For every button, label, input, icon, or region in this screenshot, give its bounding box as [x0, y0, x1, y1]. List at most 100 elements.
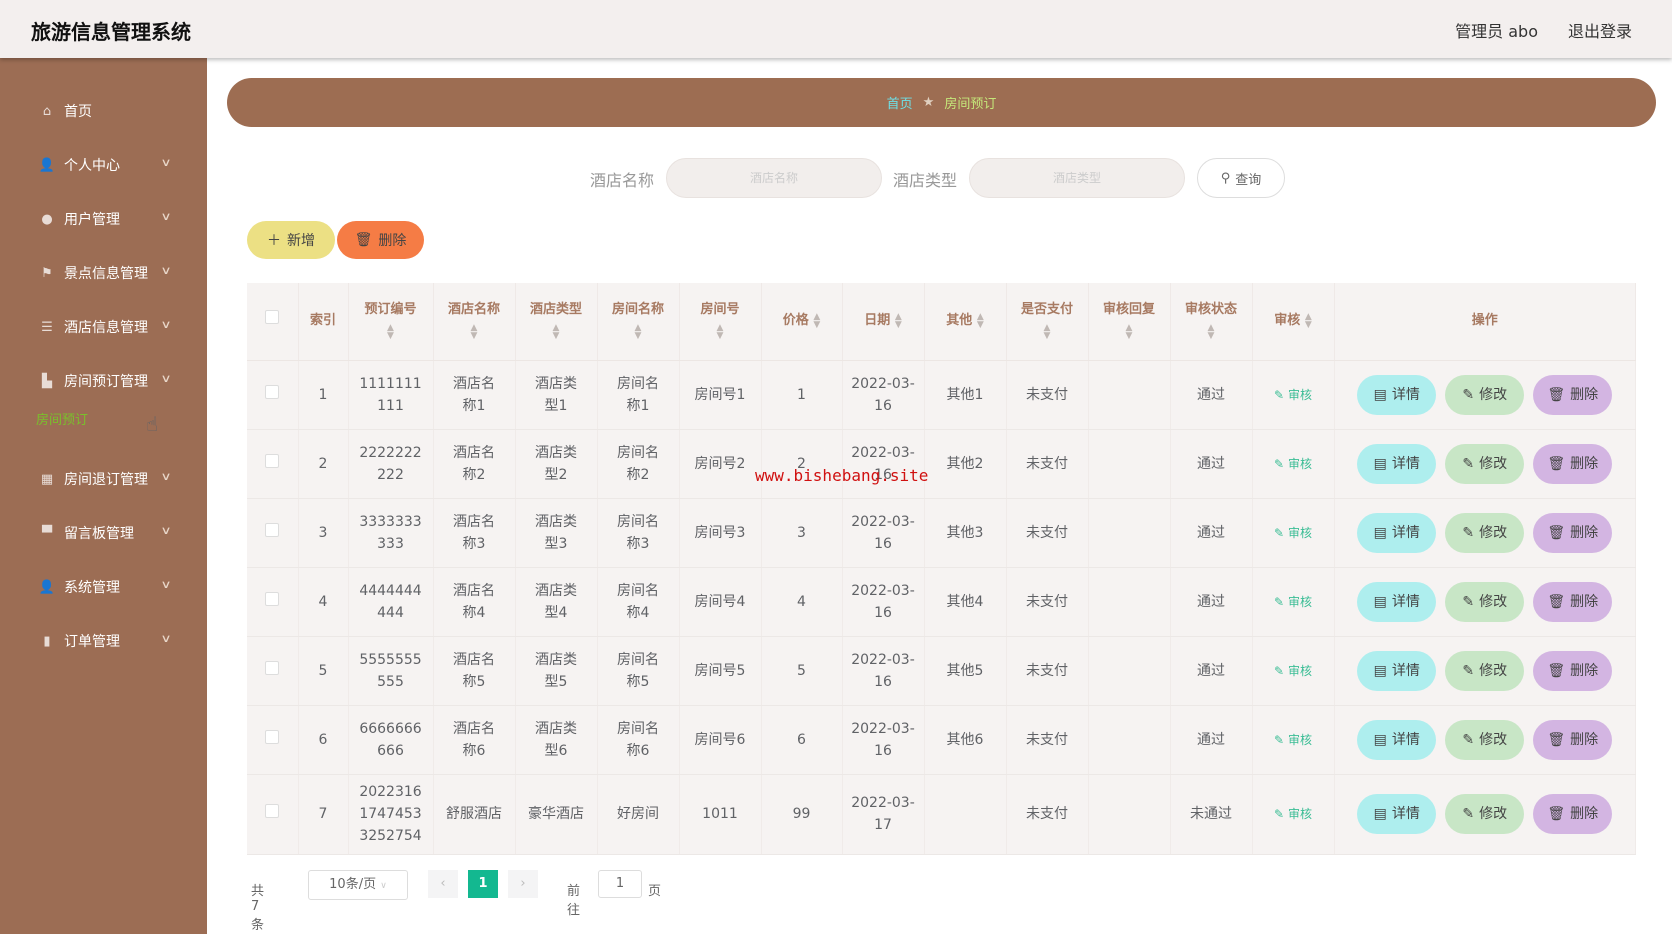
sort-icon[interactable]: ▲ ▼: [717, 323, 724, 340]
row-checkbox[interactable]: [265, 384, 280, 399]
cell-7: 2022-03-16: [842, 429, 925, 499]
sidebar-subitem-room-booking[interactable]: 房间预订: [36, 409, 88, 428]
sidebar-item-8[interactable]: 👤 系统管理 ∨: [38, 575, 172, 599]
sidebar-item-0[interactable]: ⌂ 首页: [40, 99, 170, 123]
sort-icon[interactable]: ▲ ▼: [635, 323, 642, 340]
audit-link[interactable]: ✎ 审核: [1274, 733, 1312, 747]
audit-link[interactable]: ✎ 审核: [1274, 807, 1312, 821]
column-header[interactable]: 审核回复 ▲ ▼: [1088, 283, 1171, 361]
batch-delete-button[interactable]: 🗑 删除: [337, 221, 424, 259]
sidebar-item-3[interactable]: ⚑ 景点信息管理 ∨: [40, 261, 171, 285]
sort-icon[interactable]: ▲ ▼: [895, 312, 902, 329]
edit-button[interactable]: ✎ 修改: [1445, 512, 1525, 553]
column-header[interactable]: 酒店名称 ▲ ▼: [433, 283, 516, 361]
column-header[interactable]: 房间名称 ▲ ▼: [597, 283, 680, 361]
edit-label: 修改: [1479, 806, 1508, 822]
row-checkbox[interactable]: [265, 591, 280, 606]
chevron-down-icon: ∨: [160, 632, 172, 645]
audit-link[interactable]: ✎ 审核: [1274, 526, 1312, 540]
detail-button[interactable]: ▤ 详情: [1357, 794, 1437, 834]
delete-button[interactable]: 🗑 删除: [1533, 512, 1613, 553]
cell-11: 通过: [1170, 429, 1253, 499]
column-header[interactable]: 审核状态 ▲ ▼: [1170, 283, 1253, 361]
page-1-button[interactable]: 1: [468, 870, 498, 898]
detail-button[interactable]: ▤ 详情: [1357, 650, 1437, 691]
column-header[interactable]: 是否支付 ▲ ▼: [1006, 283, 1089, 361]
current-user: 管理员 abo: [1455, 22, 1538, 41]
sidebar-item-6[interactable]: ▦ 房间退订管理 ∨: [40, 467, 172, 491]
detail-button[interactable]: ▤ 详情: [1357, 581, 1437, 622]
add-button[interactable]: ＋ 新增: [247, 221, 335, 259]
row-checkbox[interactable]: [265, 660, 280, 675]
breadcrumb-home[interactable]: 首页: [887, 93, 913, 112]
page-size-select[interactable]: 10条/页 ∨: [308, 870, 408, 900]
column-header[interactable]: 房间号 ▲ ▼: [679, 283, 762, 361]
document-icon: ▤: [1373, 386, 1387, 403]
sidebar-item-7[interactable]: ▀ 留言板管理 ∨: [40, 521, 172, 545]
row-checkbox[interactable]: [265, 729, 280, 744]
sidebar-item-5[interactable]: ▙ 房间预订管理 ∨: [40, 369, 172, 393]
cell-1: 4444444444: [348, 567, 434, 637]
hotel-type-input[interactable]: 酒店类型: [969, 158, 1185, 198]
user-icon: 👤: [38, 579, 56, 595]
column-header[interactable]: 审核 ▲ ▼: [1252, 283, 1335, 361]
cell-5: 房间号6: [679, 705, 762, 775]
row-checkbox[interactable]: [265, 522, 280, 537]
column-header[interactable]: 日期 ▲ ▼: [842, 283, 925, 361]
column-label: 日期: [864, 313, 891, 329]
delete-button[interactable]: 🗑 删除: [1533, 794, 1613, 834]
edit-button[interactable]: ✎ 修改: [1445, 794, 1525, 834]
audit-link[interactable]: ✎ 审核: [1274, 664, 1312, 678]
delete-button[interactable]: 🗑 删除: [1533, 650, 1613, 691]
edit-button[interactable]: ✎ 修改: [1445, 581, 1525, 622]
sort-icon[interactable]: ▲ ▼: [1044, 323, 1051, 340]
edit-button[interactable]: ✎ 修改: [1445, 443, 1525, 484]
table-row: 1 1111111111 酒店名称1 酒店类型1 房间名称1 房间号1 1 2022-03-1…: [247, 360, 1636, 430]
cell-3: 酒店类型3: [515, 498, 598, 568]
cell-value: 2022-03-16: [851, 582, 915, 621]
delete-button[interactable]: 🗑 删除: [1533, 719, 1613, 760]
edit-button[interactable]: ✎ 修改: [1445, 374, 1525, 415]
audit-link[interactable]: ✎ 审核: [1274, 457, 1312, 471]
logout-link[interactable]: 退出登录: [1568, 18, 1632, 42]
column-header[interactable]: 价格 ▲ ▼: [761, 283, 843, 361]
query-button[interactable]: ⚲ 查询: [1197, 158, 1285, 198]
column-header[interactable]: 酒店类型 ▲ ▼: [515, 283, 598, 361]
sidebar-item-9[interactable]: ▮ 订单管理 ∨: [40, 629, 172, 653]
cell-5: 房间号1: [679, 360, 762, 430]
goto-page-input[interactable]: 1: [598, 870, 642, 898]
column-header[interactable]: 预订编号 ▲ ▼: [348, 283, 434, 361]
detail-button[interactable]: ▤ 详情: [1357, 512, 1437, 553]
edit-button[interactable]: ✎ 修改: [1445, 719, 1525, 760]
sidebar-item-2[interactable]: ● 用户管理 ∨: [40, 207, 171, 231]
sort-icon[interactable]: ▲ ▼: [387, 323, 394, 340]
sidebar-item-4[interactable]: ☰ 酒店信息管理 ∨: [40, 315, 171, 339]
row-checkbox[interactable]: [265, 804, 280, 818]
sort-icon[interactable]: ▲ ▼: [471, 323, 478, 340]
prev-page-button[interactable]: ‹: [428, 870, 458, 898]
column-header[interactable]: 其他 ▲ ▼: [924, 283, 1007, 361]
detail-button[interactable]: ▤ 详情: [1357, 719, 1437, 760]
sort-icon[interactable]: ▲ ▼: [977, 312, 984, 329]
select-all-checkbox[interactable]: [265, 310, 280, 325]
detail-button[interactable]: ▤ 详情: [1357, 374, 1437, 415]
sort-icon[interactable]: ▲ ▼: [813, 312, 820, 329]
row-checkbox[interactable]: [265, 453, 280, 468]
sort-icon[interactable]: ▲ ▼: [1305, 312, 1312, 329]
edit-button[interactable]: ✎ 修改: [1445, 650, 1525, 691]
audit-link[interactable]: ✎ 审核: [1274, 595, 1312, 609]
sort-icon[interactable]: ▲ ▼: [1208, 323, 1215, 340]
delete-button[interactable]: 🗑 删除: [1533, 443, 1613, 484]
edit-label: 修改: [1479, 593, 1508, 610]
audit-link[interactable]: ✎ 审核: [1274, 388, 1312, 402]
sort-icon[interactable]: ▲ ▼: [1126, 323, 1133, 340]
detail-button[interactable]: ▤ 详情: [1357, 443, 1437, 484]
next-page-button[interactable]: ›: [508, 870, 538, 898]
hotel-name-input[interactable]: 酒店名称: [666, 158, 882, 198]
sort-icon[interactable]: ▲ ▼: [553, 323, 560, 340]
delete-button[interactable]: 🗑 删除: [1533, 374, 1613, 415]
cell-value: 酒店名称3: [453, 513, 495, 552]
delete-button[interactable]: 🗑 删除: [1533, 581, 1613, 622]
row-select-cell: [247, 774, 299, 855]
cell-7: 2022-03-16: [842, 636, 925, 706]
